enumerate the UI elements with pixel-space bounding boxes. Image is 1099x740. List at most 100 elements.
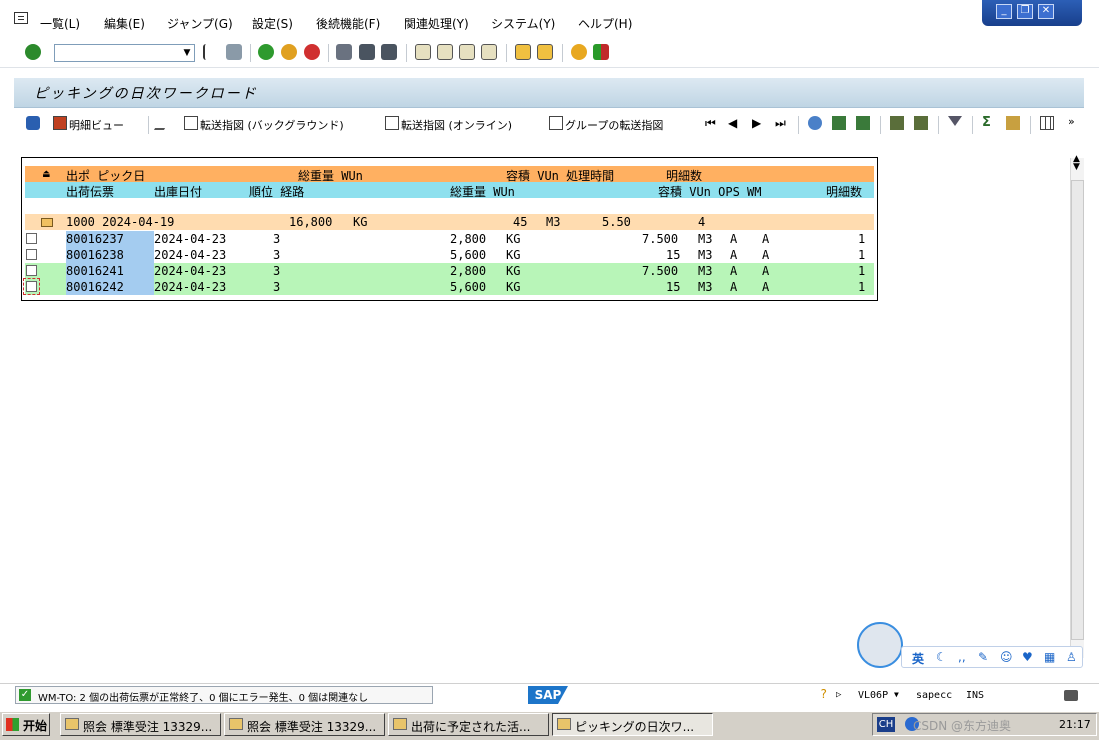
vertical-scrollbar[interactable]: ▲ ▼ bbox=[1070, 154, 1084, 658]
minimize-icon[interactable]: _ bbox=[996, 4, 1012, 19]
table-row[interactable]: 80016241 2024-04-23 3 2,800 KG 7.500 M3 … bbox=[25, 263, 874, 279]
system-dropdown-icon[interactable]: ▼ bbox=[894, 690, 899, 699]
ime-bar[interactable]: 英 ☾ ,, ✎ ☺ ♥ ▦ ♙ bbox=[901, 646, 1083, 668]
lock-icon[interactable]: ♙ bbox=[1066, 650, 1077, 664]
volume: 15 bbox=[666, 280, 681, 294]
app-menu-icon[interactable] bbox=[14, 12, 28, 24]
enter-icon[interactable] bbox=[25, 44, 41, 60]
avatar[interactable] bbox=[857, 622, 903, 668]
delivery-number[interactable]: 80016242 bbox=[66, 280, 124, 294]
status-expand-icon[interactable]: ▷ bbox=[836, 690, 841, 700]
find-next-icon[interactable] bbox=[381, 44, 397, 60]
item-count: 1 bbox=[858, 280, 866, 294]
header-delivery[interactable]: 出荷伝票 bbox=[66, 183, 114, 200]
detail-search-icon[interactable] bbox=[808, 116, 822, 130]
help-icon[interactable] bbox=[571, 44, 587, 60]
print-preview-icon[interactable] bbox=[890, 116, 904, 130]
status-message-box[interactable]: ✓ WM-TO: 2 個の出荷伝票が正常終了、0 個にエラー発生、0 個は関連な… bbox=[15, 686, 433, 704]
row-checkbox[interactable] bbox=[26, 265, 37, 276]
next-page-icon[interactable] bbox=[459, 44, 475, 60]
taskbar-item[interactable]: 照会 標準受注 13329... bbox=[60, 713, 221, 736]
command-field[interactable]: ▼ bbox=[54, 44, 195, 62]
folder-icon[interactable] bbox=[41, 218, 53, 227]
grid-icon[interactable]: ▦ bbox=[1044, 650, 1055, 664]
more-toolbar-icon[interactable]: » bbox=[1068, 116, 1082, 130]
back-arrow-icon[interactable] bbox=[203, 44, 215, 60]
ops-status: A bbox=[730, 280, 738, 294]
cancel-icon[interactable] bbox=[304, 44, 320, 60]
sort-ascending-icon[interactable] bbox=[832, 116, 846, 130]
detail-view-button[interactable]: 明細ビュー bbox=[69, 117, 124, 133]
menu-item-follow-on[interactable]: 後続機能(F) bbox=[316, 15, 380, 32]
transfer-background-button[interactable]: 転送指図 (バックグラウンド) bbox=[200, 117, 344, 133]
save-icon[interactable] bbox=[226, 44, 242, 60]
smiley-icon[interactable]: ☺ bbox=[1000, 650, 1013, 664]
header-goods-issue-date[interactable]: 出庫日付 bbox=[154, 183, 202, 200]
subtotal-icon[interactable] bbox=[1006, 116, 1020, 130]
last-item-icon[interactable]: ⏭ bbox=[775, 116, 789, 130]
menu-item-settings[interactable]: 設定(S) bbox=[252, 15, 293, 32]
table-row[interactable]: 80016242 2024-04-23 3 5,600 KG 15 M3 A A… bbox=[23, 278, 874, 295]
close-icon[interactable]: ✕ bbox=[1038, 4, 1054, 19]
scroll-down-icon[interactable]: ▼ bbox=[1073, 162, 1080, 172]
menu-item-related[interactable]: 関連処理(Y) bbox=[404, 15, 469, 32]
moon-icon[interactable]: ☾ bbox=[936, 650, 947, 664]
previous-page-icon[interactable] bbox=[437, 44, 453, 60]
header-priority-route[interactable]: 順位 経路 bbox=[249, 183, 304, 200]
back-icon[interactable] bbox=[258, 44, 274, 60]
next-item-icon[interactable]: ▶ bbox=[752, 116, 766, 130]
group-transfer-button[interactable]: グループの転送指図 bbox=[565, 117, 663, 133]
menu-item-jump[interactable]: ジャンプ(G) bbox=[167, 15, 233, 32]
delivery-number[interactable]: 80016237 bbox=[66, 232, 124, 246]
header-item-count[interactable]: 明細数 bbox=[826, 183, 862, 200]
header-volume[interactable]: 容積 VUn OPS WM bbox=[658, 183, 761, 200]
last-page-icon[interactable] bbox=[481, 44, 497, 60]
row-checkbox[interactable] bbox=[23, 278, 40, 295]
restore-icon[interactable]: ❐ bbox=[1017, 4, 1033, 19]
table-row[interactable]: 80016238 2024-04-23 3 5,600 KG 15 M3 A A… bbox=[25, 247, 874, 263]
chevron-down-icon[interactable]: ▼ bbox=[180, 45, 194, 61]
row-checkbox[interactable] bbox=[26, 233, 37, 244]
expand-all-icon[interactable]: ⏏ bbox=[43, 167, 50, 180]
exit-icon[interactable] bbox=[281, 44, 297, 60]
skin-icon[interactable]: ♥ bbox=[1022, 650, 1033, 664]
group-row[interactable]: 1000 2024-04-19 16,800 KG 45 M3 5.50 4 bbox=[25, 214, 874, 230]
menu-item-system[interactable]: システム(Y) bbox=[491, 15, 555, 32]
scroll-thumb[interactable] bbox=[1071, 180, 1084, 640]
menu-item-help[interactable]: ヘルプ(H) bbox=[578, 15, 632, 32]
sort-descending-icon[interactable] bbox=[856, 116, 870, 130]
find-icon[interactable] bbox=[359, 44, 375, 60]
taskbar-item[interactable]: 照会 標準受注 13329... bbox=[224, 713, 385, 736]
header-total-weight[interactable]: 総重量 WUn bbox=[450, 183, 515, 200]
help-icon[interactable]: ? bbox=[820, 687, 827, 701]
menu-item-edit[interactable]: 編集(E) bbox=[104, 15, 145, 32]
print-icon[interactable] bbox=[336, 44, 352, 60]
new-session-icon[interactable] bbox=[515, 44, 531, 60]
previous-item-icon[interactable]: ◀ bbox=[728, 116, 742, 130]
row-checkbox[interactable] bbox=[26, 249, 37, 260]
first-item-icon[interactable]: ⏮ bbox=[705, 116, 719, 130]
filter-set-icon[interactable] bbox=[914, 116, 928, 130]
toolbar-divider bbox=[328, 44, 329, 62]
ime-language-label[interactable]: 英 bbox=[912, 650, 924, 667]
delivery-number[interactable]: 80016241 bbox=[66, 264, 124, 278]
wm-status: A bbox=[762, 264, 770, 278]
menu-item-list[interactable]: 一覧(L) bbox=[40, 15, 80, 32]
layout-menu-icon[interactable] bbox=[593, 44, 609, 60]
first-page-icon[interactable] bbox=[415, 44, 431, 60]
start-button[interactable]: 开始 bbox=[2, 713, 50, 736]
delivery-number[interactable]: 80016238 bbox=[66, 248, 124, 262]
taskbar-item[interactable]: 出荷に予定された活... bbox=[388, 713, 549, 736]
table-row[interactable]: 80016237 2024-04-23 3 2,800 KG 7.500 M3 … bbox=[25, 231, 874, 247]
shortcut-icon[interactable] bbox=[537, 44, 553, 60]
filter-icon[interactable] bbox=[948, 116, 962, 126]
taskbar-item[interactable]: ピッキングの日次ワ... bbox=[552, 713, 713, 736]
sum-icon[interactable]: Σ bbox=[982, 116, 996, 130]
detail-view-icon[interactable] bbox=[53, 116, 67, 130]
punctuation-icon[interactable]: ,, bbox=[958, 650, 966, 664]
wrench-icon[interactable]: ✎ bbox=[978, 650, 988, 664]
language-indicator[interactable]: CH bbox=[877, 717, 895, 732]
refresh-icon[interactable] bbox=[26, 116, 40, 130]
layout-grid-icon[interactable] bbox=[1040, 116, 1054, 130]
transfer-online-button[interactable]: 転送指図 (オンライン) bbox=[401, 117, 512, 133]
